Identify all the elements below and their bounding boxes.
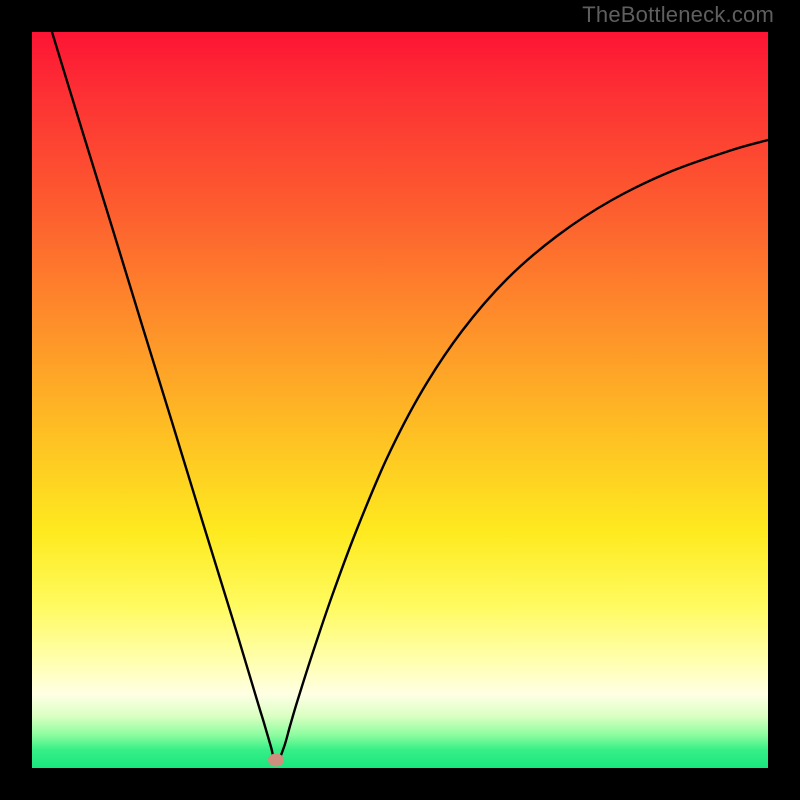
- attribution-label: TheBottleneck.com: [582, 2, 774, 28]
- plot-area: [32, 32, 768, 768]
- minimum-marker: [268, 754, 284, 767]
- chart-overlay: [32, 32, 768, 768]
- chart-frame: TheBottleneck.com: [0, 0, 800, 800]
- bottleneck-curve: [52, 32, 768, 764]
